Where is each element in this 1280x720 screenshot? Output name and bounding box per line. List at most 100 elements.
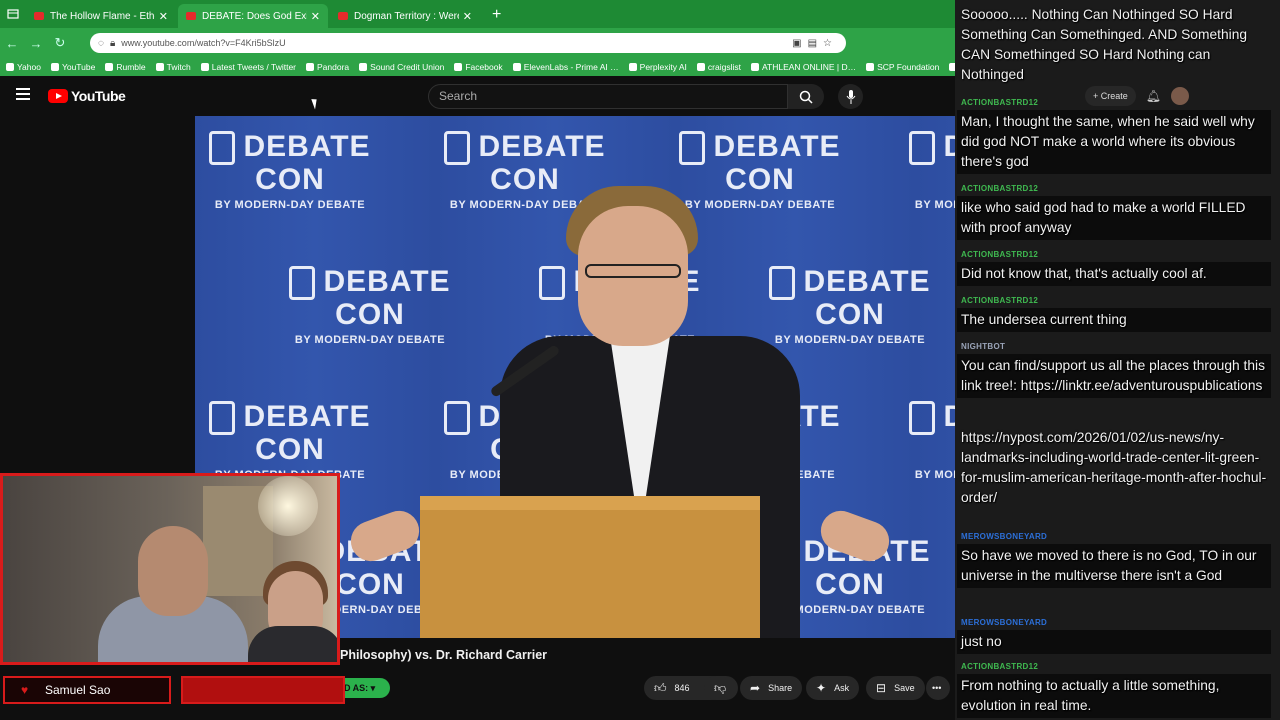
nameplate-accent bbox=[181, 676, 345, 704]
bookmark-label: craigslist bbox=[707, 62, 741, 72]
voice-search-button[interactable] bbox=[838, 84, 863, 109]
bookmark-item[interactable]: ElevenLabs - Prime AI … bbox=[512, 62, 619, 72]
dislike-button[interactable]: 👎︎ bbox=[704, 676, 738, 700]
bookmark-favicon-icon bbox=[155, 63, 164, 71]
bookmark-label: Latest Tweets / Twitter bbox=[211, 62, 297, 72]
bookmark-label: Rumble bbox=[116, 62, 146, 72]
bookmark-favicon-icon bbox=[454, 63, 463, 71]
bookmark-item[interactable]: Twitch bbox=[155, 62, 191, 72]
webcam-overlay bbox=[0, 473, 340, 665]
bookmark-item[interactable]: YouTube bbox=[50, 62, 96, 72]
ask-button[interactable]: ✦ Ask bbox=[806, 676, 860, 700]
chat-text: Did not know that, that's actually cool … bbox=[957, 262, 1271, 286]
subscribe-button[interactable]: D AS: ▾ bbox=[340, 678, 390, 698]
podium bbox=[420, 496, 760, 638]
more-icon: ••• bbox=[932, 683, 942, 693]
chat-message: ACTIONBASTRD12 Man, I thought the same, w… bbox=[957, 98, 1271, 174]
youtube-favicon-icon bbox=[34, 12, 44, 20]
close-tab-icon[interactable]: ✕ bbox=[159, 10, 168, 23]
bookmark-label: YouTube bbox=[61, 62, 96, 72]
youtube-header: YouTube Search bbox=[0, 76, 955, 116]
chat-text: So have we moved to there is no God, TO … bbox=[957, 544, 1271, 588]
youtube-logo[interactable]: YouTube bbox=[48, 88, 126, 104]
bookmark-label: Facebook bbox=[465, 62, 503, 72]
bookmark-favicon-icon bbox=[105, 63, 114, 71]
browser-tab[interactable]: The Hollow Flame - Ethereal D… ✕ bbox=[26, 4, 176, 28]
bookmark-item[interactable]: Facebook bbox=[454, 62, 503, 72]
tab-label: DEBATE: Does God Exist? | M… bbox=[202, 10, 307, 22]
search-button[interactable] bbox=[788, 84, 824, 109]
share-button[interactable]: ➦ Share bbox=[740, 676, 803, 700]
chat-author: ACTIONBASTRD12 bbox=[961, 184, 1039, 193]
save-button[interactable]: ⊟ Save bbox=[866, 676, 925, 700]
bookmark-label: Twitch bbox=[166, 62, 191, 72]
chat-author: ACTIONBASTRD12 bbox=[961, 250, 1039, 259]
youtube-favicon-icon bbox=[338, 12, 348, 20]
chat-text: From nothing to actually a little someth… bbox=[957, 674, 1271, 718]
bookmark-label: Pandora bbox=[317, 62, 350, 72]
bookmark-favicon-icon bbox=[200, 63, 209, 71]
new-tab-button[interactable]: + bbox=[482, 4, 511, 28]
screen: The Hollow Flame - Ethereal D… ✕ DEBATE:… bbox=[0, 0, 1280, 720]
bookmark-favicon-icon bbox=[866, 63, 875, 71]
url-text: www.youtube.com/watch?v=F4Kri5bSlzU bbox=[121, 38, 286, 48]
chat-author: NIGHTBOT bbox=[961, 342, 1006, 351]
bookmark-item[interactable]: Pandora bbox=[306, 62, 349, 72]
video-title: Philosophy) vs. Dr. Richard Carrier bbox=[340, 648, 548, 662]
bookmark-favicon-icon bbox=[306, 63, 315, 71]
close-tab-icon[interactable]: ✕ bbox=[311, 10, 320, 23]
bookmark-favicon-icon bbox=[750, 63, 759, 71]
bookmark-item[interactable]: Rumble bbox=[105, 62, 146, 72]
thumbs-down-icon: 👎︎ bbox=[714, 680, 727, 695]
forward-icon[interactable]: → bbox=[24, 36, 48, 51]
microphone-icon bbox=[846, 89, 855, 104]
bookmark-favicon-icon bbox=[359, 63, 368, 71]
bookmark-label: Sound Credit Union bbox=[370, 62, 445, 72]
save-label: Save bbox=[894, 683, 915, 693]
bookmark-item[interactable]: Yahoo bbox=[6, 62, 41, 72]
tab-label: Dogman Territory : Werewolve… bbox=[354, 10, 459, 22]
bookmark-label: ATHLEAN ONLINE | D… bbox=[761, 62, 857, 72]
thumbs-up-icon: 👍︎ bbox=[654, 680, 667, 695]
back-icon[interactable]: ← bbox=[0, 36, 24, 51]
bookmark-label: ElevenLabs - Prime AI … bbox=[523, 62, 619, 72]
address-bar[interactable]: ◌ 🔒︎ www.youtube.com/watch?v=F4Kri5bSlzU… bbox=[90, 33, 846, 53]
more-actions-button[interactable]: ••• bbox=[926, 676, 950, 700]
lock-icon: 🔒︎ bbox=[109, 37, 116, 49]
chat-message: MEROWSBONEYARD So have we moved to there … bbox=[957, 532, 1271, 588]
menu-icon[interactable] bbox=[16, 88, 30, 103]
reload-icon[interactable]: ↻ bbox=[48, 35, 72, 51]
youtube-wordmark: YouTube bbox=[71, 88, 126, 104]
bookmark-item[interactable]: Sound Credit Union bbox=[359, 62, 444, 72]
chat-text: just no bbox=[957, 630, 1271, 654]
screenshot-icon[interactable]: ▣ bbox=[792, 38, 801, 49]
bookmark-item[interactable]: Latest Tweets / Twitter bbox=[200, 62, 297, 72]
browser-tab[interactable]: Dogman Territory : Werewolve… ✕ bbox=[330, 4, 480, 28]
tab-menu-icon[interactable] bbox=[0, 0, 26, 28]
chat-text: Man, I thought the same, when he said we… bbox=[957, 110, 1271, 174]
youtube-favicon-icon bbox=[186, 12, 196, 20]
bookmark-item[interactable]: Perplexity AI bbox=[628, 62, 687, 72]
bookmark-item[interactable]: SCP Foundation bbox=[866, 62, 939, 72]
streamer-name: Samuel Sao bbox=[3, 676, 171, 704]
bookmark-item[interactable]: ATHLEAN ONLINE | D… bbox=[750, 62, 857, 72]
search-input[interactable]: Search bbox=[428, 84, 788, 109]
close-tab-icon[interactable]: ✕ bbox=[463, 10, 472, 23]
bookmark-label: Perplexity AI bbox=[639, 62, 687, 72]
debatecon-logo: DEBATECONBY MODERN-DAY DEBATE bbox=[895, 401, 955, 481]
bookmark-item[interactable]: craigslist bbox=[696, 62, 741, 72]
chat-message: Sooooo..... Nothing Can Nothinged SO Har… bbox=[961, 5, 1271, 85]
chat-author: ACTIONBASTRD12 bbox=[961, 662, 1039, 671]
chat-author: ACTIONBASTRD12 bbox=[961, 98, 1039, 107]
chat-message: ACTIONBASTRD12 The undersea current thing bbox=[957, 296, 1271, 332]
chat-message: NIGHTBOT You can find/support us all the … bbox=[957, 342, 1271, 398]
streamer-nameplate: ♥ Samuel Sao bbox=[3, 676, 345, 704]
chat-text: Sooooo..... Nothing Can Nothinged SO Har… bbox=[961, 7, 1248, 82]
bookmark-label: SCP Foundation bbox=[877, 62, 940, 72]
save-icon: ⊟ bbox=[876, 681, 887, 695]
reader-icon[interactable]: ▤ bbox=[808, 38, 817, 49]
chat-message: MEROWSBONEYARD just no bbox=[957, 618, 1271, 654]
browser-tab-active[interactable]: DEBATE: Does God Exist? | M… ✕ bbox=[178, 4, 328, 28]
chat-author: MEROWSBONEYARD bbox=[961, 618, 1048, 627]
bookmark-star-icon[interactable]: ☆ bbox=[823, 38, 832, 49]
